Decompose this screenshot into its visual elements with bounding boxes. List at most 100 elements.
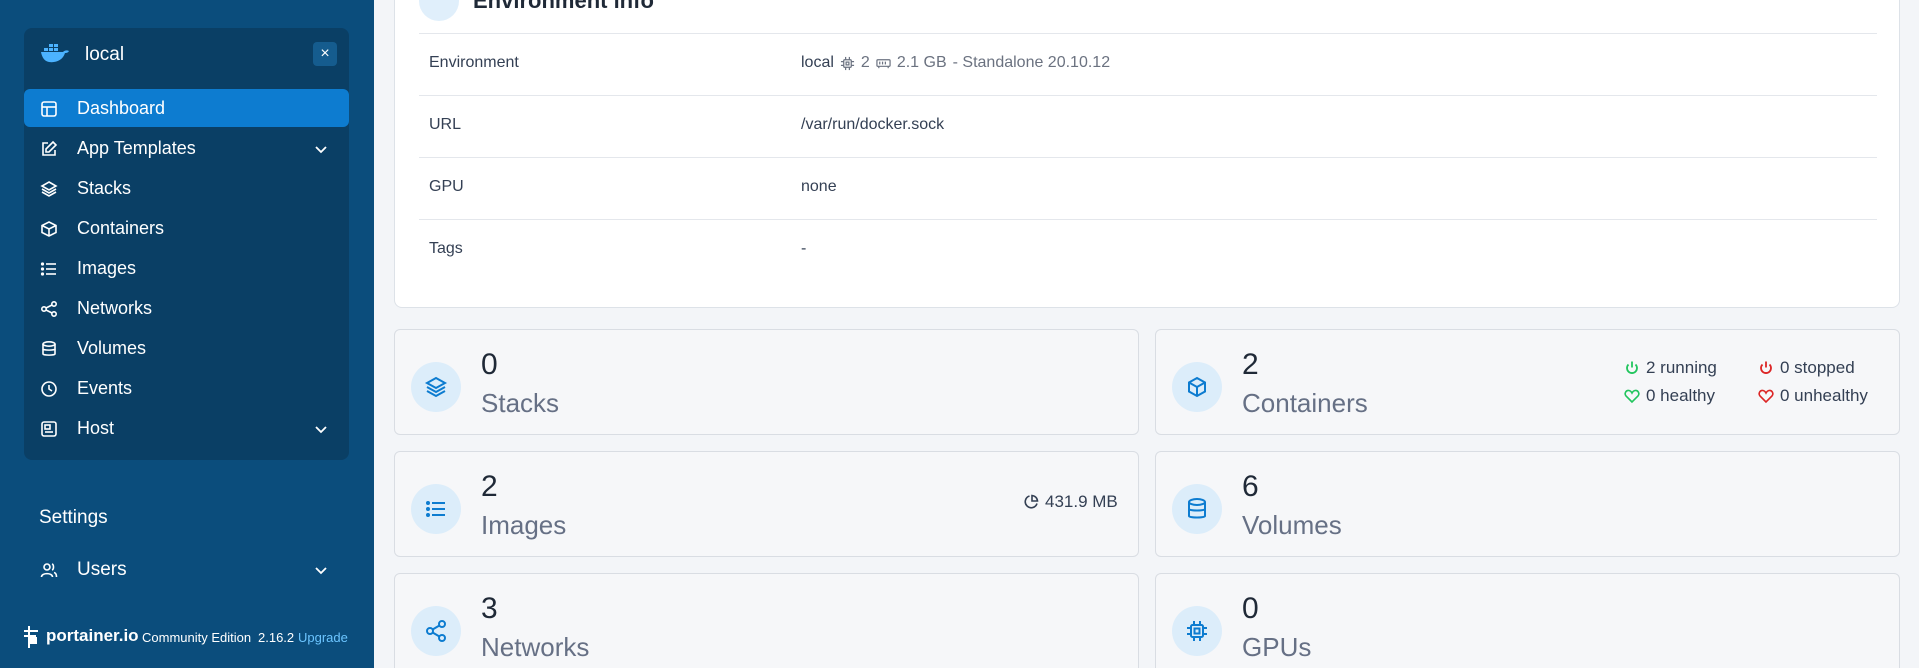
networks-widget[interactable]: 3 Networks xyxy=(394,573,1139,668)
version-label: 2.16.2 xyxy=(258,630,295,645)
pie-chart-icon xyxy=(1024,494,1039,509)
nav-label: Host xyxy=(77,418,115,438)
nav-containers[interactable]: Containers xyxy=(24,209,349,247)
info-key: URL xyxy=(429,116,462,133)
environment-name-value: local xyxy=(801,54,834,71)
chevron-down-icon[interactable] xyxy=(313,562,329,578)
info-row-environment: Environment local 2 2.1 GB - Standalone … xyxy=(419,33,1877,95)
environment-info-card: Environment info Environment local 2 2.1… xyxy=(394,0,1900,308)
environment-mode: - Standalone 20.10.12 xyxy=(952,54,1111,71)
database-icon xyxy=(1188,498,1206,519)
environment-info-icon xyxy=(419,0,459,21)
stacks-count: 0 xyxy=(481,348,498,381)
users-icon xyxy=(40,563,58,578)
environment-panel: local × Dashboard App Templates Stacks C… xyxy=(24,28,349,460)
memory-size: 2.1 GB xyxy=(896,54,947,71)
box-icon xyxy=(41,221,57,237)
database-icon xyxy=(42,340,56,356)
nav-label: Containers xyxy=(77,218,165,238)
images-widget[interactable]: 2 Images 431.9 MB xyxy=(394,451,1139,557)
clock-icon xyxy=(41,381,57,397)
sidebar: local × Dashboard App Templates Stacks C… xyxy=(0,0,374,668)
images-label: Images xyxy=(481,510,567,540)
docker-icon xyxy=(41,44,69,63)
environment-name: local xyxy=(85,44,125,65)
gpus-count: 0 xyxy=(1242,592,1259,625)
gpus-widget[interactable]: 0 GPUs xyxy=(1155,573,1900,668)
unhealthy-status: 0 unhealthy xyxy=(1758,386,1868,406)
edit-icon xyxy=(42,140,58,156)
share-icon xyxy=(426,620,446,642)
volumes-widget-icon xyxy=(1172,484,1222,534)
volumes-label: Volumes xyxy=(1242,510,1342,540)
chevron-down-icon[interactable] xyxy=(313,421,329,437)
nav-stacks[interactable]: Stacks xyxy=(24,169,349,207)
nav-label: Volumes xyxy=(77,338,147,358)
nav-users[interactable]: Users xyxy=(24,550,349,588)
containers-label: Containers xyxy=(1242,388,1368,418)
images-size: 431.9 MB xyxy=(1023,492,1118,512)
images-widget-icon xyxy=(411,484,461,534)
chevron-down-icon[interactable] xyxy=(313,141,329,157)
unhealthy-count: 0 unhealthy xyxy=(1780,386,1868,405)
healthy-count: 0 healthy xyxy=(1646,386,1715,405)
memory-icon xyxy=(876,58,891,68)
info-value: /var/run/docker.sock xyxy=(801,116,945,133)
info-row-gpu: GPU none xyxy=(419,157,1877,219)
power-icon xyxy=(1626,361,1638,374)
volumes-widget[interactable]: 6 Volumes xyxy=(1155,451,1900,557)
info-row-url: URL /var/run/docker.sock xyxy=(419,95,1877,157)
info-key: Tags xyxy=(429,240,463,257)
nav-label: Images xyxy=(77,258,137,278)
nav-networks[interactable]: Networks xyxy=(24,289,349,327)
cpu-icon xyxy=(1187,621,1207,641)
gpus-widget-icon xyxy=(1172,606,1222,656)
brand-name: portainer.io xyxy=(46,626,139,645)
stopped-count: 0 stopped xyxy=(1780,358,1855,377)
layers-icon xyxy=(40,181,58,197)
stopped-status: 0 stopped xyxy=(1758,358,1855,378)
running-count: 2 running xyxy=(1646,358,1717,377)
containers-count: 2 xyxy=(1242,348,1259,381)
settings-heading: Settings xyxy=(39,507,108,528)
stacks-label: Stacks xyxy=(481,388,560,418)
images-count: 2 xyxy=(481,470,498,503)
containers-widget[interactable]: 2 Containers 2 running 0 stopped 0 healt… xyxy=(1155,329,1900,435)
sidebar-footer: portainer.io Community Edition 2.16.2 Up… xyxy=(22,620,362,654)
stacks-widget[interactable]: 0 Stacks xyxy=(394,329,1139,435)
nav-dashboard[interactable]: Dashboard xyxy=(24,89,349,127)
info-row-tags: Tags - xyxy=(419,219,1877,281)
environment-header[interactable]: local × xyxy=(24,28,349,78)
healthy-status: 0 healthy xyxy=(1624,386,1715,406)
nav-label: Dashboard xyxy=(77,98,166,118)
edition-label: Community Edition xyxy=(142,630,252,645)
containers-widget-icon xyxy=(1172,362,1222,412)
nav-images[interactable]: Images xyxy=(24,249,349,287)
nav-label: App Templates xyxy=(77,138,196,158)
info-key: GPU xyxy=(429,178,464,195)
nav-events[interactable]: Events xyxy=(24,369,349,407)
portainer-logo-icon xyxy=(24,626,38,648)
images-size-value: 431.9 MB xyxy=(1045,492,1118,511)
nav-label: Networks xyxy=(77,298,153,318)
list-icon xyxy=(426,501,445,517)
info-value: local 2 2.1 GB - Standalone 20.10.12 xyxy=(801,54,1110,72)
nav-label: Events xyxy=(77,378,133,398)
nav-host[interactable]: Host xyxy=(24,409,349,447)
close-environment-button[interactable]: × xyxy=(313,42,337,66)
nav-volumes[interactable]: Volumes xyxy=(24,329,349,367)
stacks-widget-icon xyxy=(411,362,461,412)
share-icon xyxy=(40,300,58,318)
volumes-count: 6 xyxy=(1242,470,1259,503)
cpu-count: 2 xyxy=(860,54,870,71)
gpus-label: GPUs xyxy=(1242,632,1312,662)
page-scrollbar[interactable] xyxy=(1908,0,1919,668)
upgrade-link[interactable]: Upgrade xyxy=(298,630,348,645)
networks-widget-icon xyxy=(411,606,461,656)
box-icon xyxy=(1188,376,1206,398)
nav-label: Users xyxy=(77,559,127,580)
nav-app-templates[interactable]: App Templates xyxy=(24,129,349,167)
networks-count: 3 xyxy=(481,592,498,625)
nav-label: Stacks xyxy=(77,178,132,198)
running-status: 2 running xyxy=(1624,358,1717,378)
